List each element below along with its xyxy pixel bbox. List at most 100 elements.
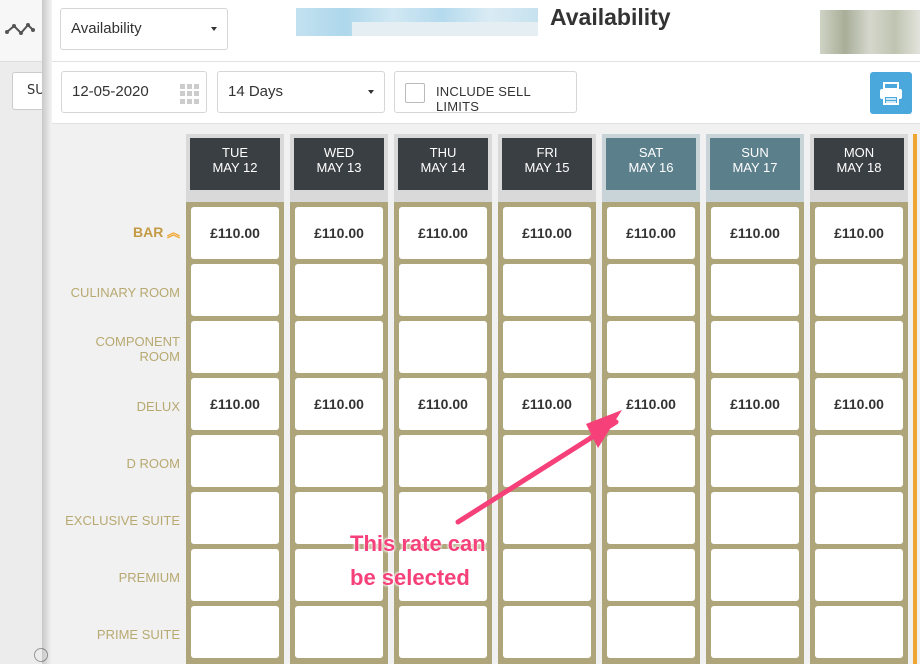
chevron-down-icon xyxy=(368,90,374,94)
rate-cell[interactable] xyxy=(711,606,799,658)
row-label: EXCLUSIVE SUITE xyxy=(60,513,180,528)
panel-shadow xyxy=(42,0,52,664)
rate-cell[interactable] xyxy=(399,321,487,373)
rate-cell[interactable]: £110.00 xyxy=(503,207,591,259)
day-body: £110.00 £110.00 xyxy=(602,202,700,664)
rate-cell[interactable]: £110.00 xyxy=(815,378,903,430)
rate-cell[interactable] xyxy=(607,435,695,487)
rate-cell[interactable]: £110.00 xyxy=(399,378,487,430)
day-header[interactable]: TUE MAY 12 xyxy=(190,138,280,190)
today-marker xyxy=(913,134,917,664)
rate-cell[interactable] xyxy=(503,435,591,487)
avatar[interactable] xyxy=(820,10,920,54)
rate-cell[interactable]: £110.00 xyxy=(191,378,279,430)
rate-cell[interactable] xyxy=(503,549,591,601)
row-label[interactable]: BAR ︽ xyxy=(60,224,180,240)
day-of-week: SUN xyxy=(741,145,769,160)
page-title: Availability xyxy=(550,4,671,30)
rate-cell[interactable] xyxy=(191,492,279,544)
day-header[interactable]: FRI MAY 15 xyxy=(502,138,592,190)
sidebar-su-button[interactable]: SU xyxy=(12,72,42,110)
rate-cell[interactable] xyxy=(399,606,487,658)
date-field[interactable]: 12-05-2020 xyxy=(61,71,207,113)
annotation-text: This rate can be selected xyxy=(350,527,486,595)
row-label: PREMIUM xyxy=(60,570,180,585)
main-panel: Availability Availability 12-05-2020 14 … xyxy=(52,0,920,664)
print-button[interactable] xyxy=(870,72,912,114)
days-select-value: 14 Days xyxy=(228,83,284,100)
rate-cell[interactable] xyxy=(607,264,695,316)
rate-cell[interactable] xyxy=(399,435,487,487)
date-value: 12-05-2020 xyxy=(72,83,149,100)
row-label-text: PRIME SUITE xyxy=(96,626,180,642)
blurred-property-name-shadow xyxy=(352,22,538,36)
rate-cell[interactable]: £110.00 xyxy=(607,378,695,430)
rate-cell[interactable] xyxy=(503,264,591,316)
rate-cell[interactable] xyxy=(503,492,591,544)
rate-cell[interactable]: £110.00 xyxy=(711,378,799,430)
rate-cell[interactable] xyxy=(711,264,799,316)
rate-cell[interactable] xyxy=(191,549,279,601)
rate-cell[interactable] xyxy=(711,549,799,601)
rate-cell[interactable] xyxy=(191,321,279,373)
rate-cell[interactable] xyxy=(295,606,383,658)
day-of-week: TUE xyxy=(222,145,248,160)
calendar-icon[interactable] xyxy=(180,84,200,104)
row-label: D ROOM xyxy=(60,456,180,471)
day-header-wrap: TUE MAY 12 xyxy=(186,134,284,202)
rate-cell[interactable]: £110.00 xyxy=(503,378,591,430)
day-of-week: SAT xyxy=(638,145,664,160)
toolbar: 12-05-2020 14 Days INCLUDE SELL LIMITS xyxy=(52,62,920,124)
row-label-text: PREMIUM xyxy=(118,569,180,585)
rate-cell[interactable] xyxy=(815,435,903,487)
day-date: MAY 15 xyxy=(524,160,570,175)
sell-limits-checkbox[interactable] xyxy=(405,83,425,103)
day-of-week: FRI xyxy=(536,145,558,160)
rate-cell[interactable] xyxy=(191,606,279,658)
row-label-text: D ROOM xyxy=(126,455,180,471)
rate-cell[interactable] xyxy=(815,321,903,373)
rate-cell[interactable] xyxy=(607,492,695,544)
day-header[interactable]: WED MAY 13 xyxy=(294,138,384,190)
rate-cell[interactable]: £110.00 xyxy=(815,207,903,259)
annotation-line-1: This rate can xyxy=(350,531,486,556)
rate-cell[interactable] xyxy=(607,606,695,658)
rate-cell[interactable] xyxy=(503,606,591,658)
rate-cell[interactable] xyxy=(607,321,695,373)
day-header[interactable]: SUN MAY 17 xyxy=(710,138,800,190)
rate-cell[interactable] xyxy=(503,321,591,373)
view-select[interactable]: Availability xyxy=(60,8,228,50)
rate-cell[interactable]: £110.00 xyxy=(295,378,383,430)
rate-cell[interactable] xyxy=(815,549,903,601)
day-of-week: MON xyxy=(843,145,875,160)
rate-cell[interactable]: £110.00 xyxy=(711,207,799,259)
rate-cell[interactable] xyxy=(295,264,383,316)
rate-cell[interactable]: £110.00 xyxy=(295,207,383,259)
trend-icon[interactable] xyxy=(4,16,36,42)
day-header[interactable]: MON MAY 18 xyxy=(814,138,904,190)
rate-cell[interactable] xyxy=(191,264,279,316)
day-body: £110.00 £110.00 xyxy=(186,202,284,664)
day-header[interactable]: THU MAY 14 xyxy=(398,138,488,190)
day-header-wrap: FRI MAY 15 xyxy=(498,134,596,202)
include-sell-limits-toggle[interactable]: INCLUDE SELL LIMITS xyxy=(394,71,577,114)
days-select[interactable]: 14 Days xyxy=(217,71,385,113)
day-body: £110.00 £110.00 xyxy=(810,202,908,664)
rate-cell[interactable] xyxy=(399,264,487,316)
rate-cell[interactable] xyxy=(815,264,903,316)
rate-cell[interactable] xyxy=(815,492,903,544)
rate-cell[interactable]: £110.00 xyxy=(607,207,695,259)
rate-cell[interactable] xyxy=(191,435,279,487)
day-header[interactable]: SAT MAY 16 xyxy=(606,138,696,190)
double-chevron-up-icon[interactable]: ︽ xyxy=(163,225,180,240)
rate-cell[interactable] xyxy=(711,435,799,487)
rate-cell[interactable] xyxy=(607,549,695,601)
rate-cell[interactable] xyxy=(295,435,383,487)
rate-cell[interactable] xyxy=(295,321,383,373)
rate-cell[interactable]: £110.00 xyxy=(191,207,279,259)
rate-cell[interactable] xyxy=(711,492,799,544)
rate-cell[interactable] xyxy=(711,321,799,373)
day-date: MAY 14 xyxy=(420,160,466,175)
rate-cell[interactable]: £110.00 xyxy=(399,207,487,259)
rate-cell[interactable] xyxy=(815,606,903,658)
